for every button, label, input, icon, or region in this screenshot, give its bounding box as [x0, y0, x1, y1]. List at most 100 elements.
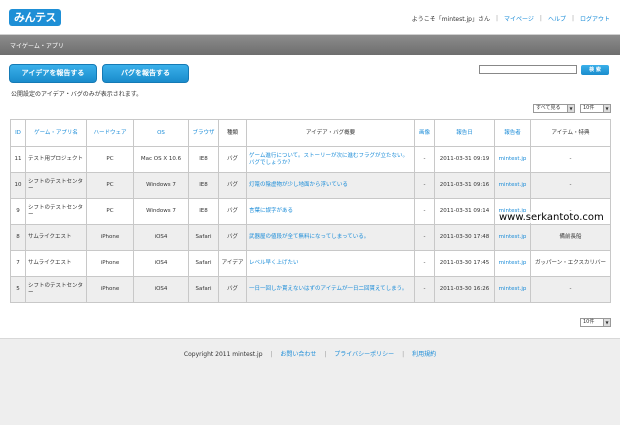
- top-links: ようこそ「mintest.jp」さん | マイページ | ヘルプ | ログアウト: [411, 14, 610, 23]
- cell-date: 2011-03-31 09:16: [434, 172, 495, 199]
- cell-id: 8: [10, 224, 26, 251]
- cell-image: -: [414, 198, 435, 225]
- cell-type: バグ: [218, 276, 247, 303]
- watermark-text: www.serkantoto.com: [498, 212, 605, 223]
- cell-browser: IE8: [188, 172, 219, 199]
- table-row: 7 サムライクエスト iPhone iOS4 Safari アイデア レベル早く…: [10, 250, 611, 277]
- column-header-game[interactable]: ゲーム・アプリ名: [25, 119, 87, 147]
- cell-hardware: iPhone: [86, 250, 134, 277]
- cell-hardware: iPhone: [86, 224, 134, 251]
- cell-type: アイデア: [218, 250, 247, 277]
- report-bug-button[interactable]: バグを報告する: [102, 64, 189, 83]
- cell-date: 2011-03-30 17:48: [434, 224, 495, 251]
- column-header-image[interactable]: 画像: [414, 119, 435, 147]
- per-page-value: 10件: [583, 319, 595, 325]
- cell-date: 2011-03-30 16:26: [434, 276, 495, 303]
- cell-game: シフトのテストセンター: [25, 172, 87, 199]
- contact-link[interactable]: お問い合わせ: [280, 351, 316, 358]
- chevron-down-icon: ▼: [567, 105, 574, 112]
- cell-id: 11: [10, 146, 26, 173]
- column-header-id[interactable]: ID: [10, 119, 26, 147]
- cell-hardware: PC: [86, 146, 134, 173]
- per-page-select[interactable]: 10件 ▼: [580, 104, 611, 113]
- cell-image: -: [414, 172, 435, 199]
- cell-id: 5: [10, 276, 26, 303]
- site-footer: Copyright 2011 mintest.jp | お問い合わせ | プライ…: [0, 338, 620, 425]
- column-header-hardware[interactable]: ハードウェア: [86, 119, 134, 147]
- cell-os: iOS4: [133, 276, 189, 303]
- cell-summary-link[interactable]: レベル早く上げたい: [246, 250, 415, 277]
- terms-link[interactable]: 利用規約: [412, 351, 436, 358]
- cell-game: シフトのテストセンター: [25, 198, 87, 225]
- logout-link[interactable]: ログアウト: [580, 14, 610, 23]
- column-header-summary: アイデア・バグ概要: [246, 119, 415, 147]
- type-filter-select[interactable]: すべて見る ▼: [533, 104, 575, 113]
- reports-table: ID ゲーム・アプリ名 ハードウェア OS ブラウザ 種類 アイデア・バグ概要 …: [10, 119, 611, 303]
- table-row: 8 サムライクエスト iPhone iOS4 Safari バグ 武器屋の値段が…: [10, 224, 611, 251]
- column-header-item: アイテム・特典: [530, 119, 611, 147]
- cell-type: バグ: [218, 198, 247, 225]
- cell-os: Windows 7: [133, 172, 189, 199]
- mypage-link[interactable]: マイページ: [504, 14, 534, 23]
- column-header-os[interactable]: OS: [133, 119, 189, 147]
- column-header-date[interactable]: 報告日: [434, 119, 495, 147]
- column-header-type: 種類: [218, 119, 247, 147]
- cell-image: -: [414, 146, 435, 173]
- cell-game: テスト用プロジェクト: [25, 146, 87, 173]
- report-idea-button[interactable]: アイデアを報告する: [9, 64, 97, 83]
- per-page-select-bottom[interactable]: 10件 ▼: [580, 318, 611, 327]
- greeting-text: ようこそ「mintest.jp」さん: [411, 16, 490, 23]
- cell-reporter-link[interactable]: mintest.jp: [494, 250, 531, 277]
- cell-reporter-link[interactable]: mintest.jp: [494, 172, 531, 199]
- cell-image: -: [414, 250, 435, 277]
- cell-summary-link[interactable]: 一日一回しか貰えないはずのアイテムが一日二回貰えてしまう。: [246, 276, 415, 303]
- cell-item: -: [530, 276, 611, 303]
- footer-links: Copyright 2011 mintest.jp | お問い合わせ | プライ…: [183, 351, 437, 358]
- cell-browser: Safari: [188, 224, 219, 251]
- cell-reporter-link[interactable]: mintest.jp: [494, 276, 531, 303]
- cell-summary-link[interactable]: 言葉に誤字がある: [246, 198, 415, 225]
- cell-type: バグ: [218, 224, 247, 251]
- cell-os: Mac OS X 10.6: [133, 146, 189, 173]
- search-input[interactable]: [479, 65, 577, 74]
- type-filter-value: すべて見る: [536, 105, 561, 111]
- cell-item: -: [530, 172, 611, 199]
- cell-item: ガッパーン・エクスカリバー: [530, 250, 611, 277]
- table-row: 5 シフトのテストセンター iPhone iOS4 Safari バグ 一日一回…: [10, 276, 611, 303]
- logo[interactable]: みんテス: [9, 9, 61, 26]
- breadcrumb-bar: マイゲーム・アプリ: [0, 35, 620, 55]
- cell-browser: IE8: [188, 146, 219, 173]
- logo-text[interactable]: みんテス: [9, 9, 61, 26]
- cell-summary-link[interactable]: ゲーム進行について。ストーリーが次に進むフラグが立たない。バグでしょうか？: [246, 146, 415, 173]
- column-header-browser[interactable]: ブラウザ: [188, 119, 219, 147]
- cell-date: 2011-03-31 09:14: [434, 198, 495, 225]
- copyright-text: Copyright 2011 mintest.jp: [183, 351, 263, 358]
- cell-date: 2011-03-31 09:19: [434, 146, 495, 173]
- cell-browser: Safari: [188, 250, 219, 277]
- cell-hardware: PC: [86, 198, 134, 225]
- help-link[interactable]: ヘルプ: [548, 14, 566, 23]
- cell-hardware: iPhone: [86, 276, 134, 303]
- per-page-value: 10件: [583, 105, 595, 111]
- cell-id: 10: [10, 172, 26, 199]
- cell-browser: IE8: [188, 198, 219, 225]
- cell-reporter-link[interactable]: mintest.jp: [494, 224, 531, 251]
- table-row: 10 シフトのテストセンター PC Windows 7 IE8 バグ 灯篭の陰虚…: [10, 172, 611, 199]
- cell-os: iOS4: [133, 250, 189, 277]
- cell-type: バグ: [218, 172, 247, 199]
- cell-browser: Safari: [188, 276, 219, 303]
- column-header-reporter[interactable]: 報告者: [494, 119, 531, 147]
- cell-hardware: PC: [86, 172, 134, 199]
- chevron-down-icon: ▼: [603, 319, 610, 326]
- table-header-row: ID ゲーム・アプリ名 ハードウェア OS ブラウザ 種類 アイデア・バグ概要 …: [10, 119, 611, 147]
- cell-item: -: [530, 146, 611, 173]
- cell-summary-link[interactable]: 武器屋の値段が全て無料になってしまっている。: [246, 224, 415, 251]
- cell-game: サムライクエスト: [25, 250, 87, 277]
- cell-game: シフトのテストセンター: [25, 276, 87, 303]
- cell-summary-link[interactable]: 灯篭の陰虚物が少し地面から浮いている: [246, 172, 415, 199]
- cell-os: Windows 7: [133, 198, 189, 225]
- privacy-link[interactable]: プライバシーポリシー: [334, 351, 394, 358]
- cell-game: サムライクエスト: [25, 224, 87, 251]
- search-button[interactable]: 検 索: [581, 65, 609, 75]
- cell-reporter-link[interactable]: mintest.jp: [494, 146, 531, 173]
